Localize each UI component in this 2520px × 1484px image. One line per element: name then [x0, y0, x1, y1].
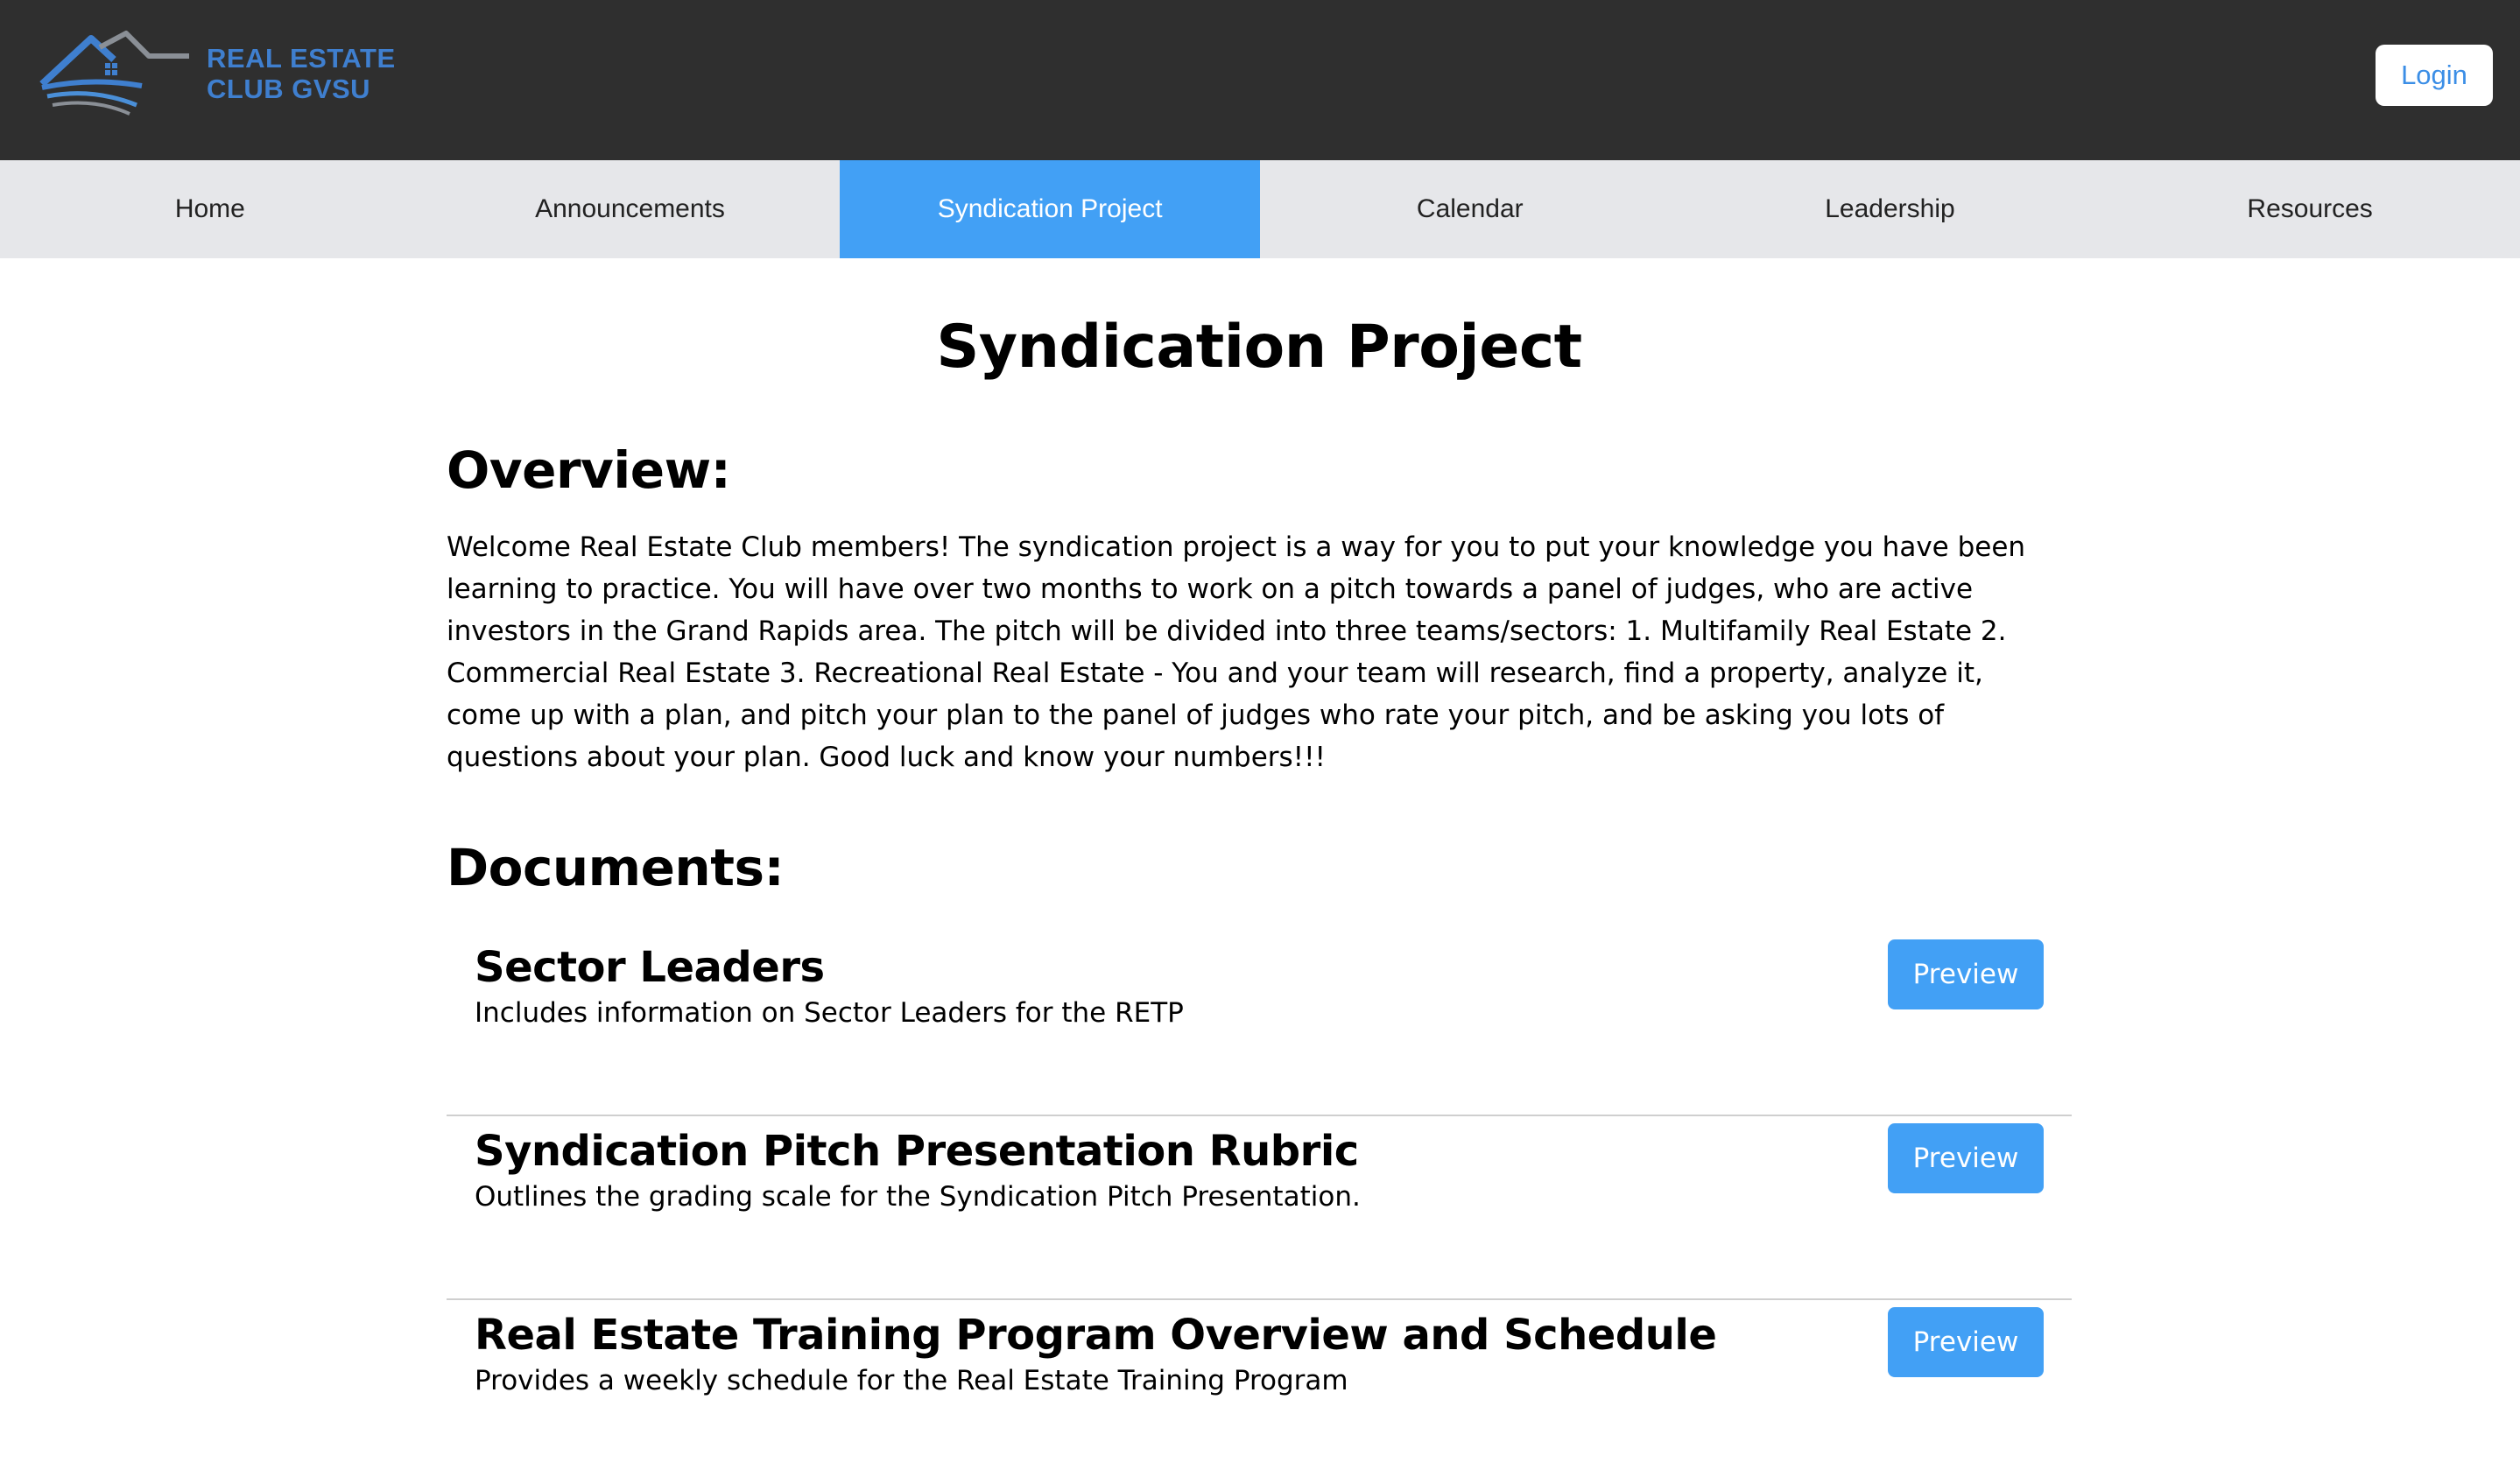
document-item: Real Estate Training Program Overview an…	[447, 1300, 2072, 1484]
logo-line-1: REAL ESTATE	[207, 43, 396, 74]
main-content: Syndication Project Overview: Welcome Re…	[447, 258, 2072, 1484]
nav-item-announcements[interactable]: Announcements	[420, 160, 841, 258]
nav-item-resources[interactable]: Resources	[2100, 160, 2520, 258]
house-logo-icon	[39, 31, 189, 116]
preview-button[interactable]: Preview	[1888, 1123, 2044, 1193]
document-item: Syndication Pitch Presentation Rubric Ou…	[447, 1116, 2072, 1300]
main-nav: Home Announcements Syndication Project C…	[0, 160, 2520, 258]
documents-heading: Documents:	[447, 838, 785, 897]
document-item: Sector Leaders Includes information on S…	[447, 932, 2072, 1116]
document-title: Real Estate Training Program Overview an…	[475, 1311, 1717, 1360]
overview-text: Welcome Real Estate Club members! The sy…	[447, 531, 2026, 773]
document-title: Syndication Pitch Presentation Rubric	[475, 1127, 1359, 1176]
nav-item-home[interactable]: Home	[0, 160, 420, 258]
document-title: Sector Leaders	[475, 943, 825, 992]
site-header: REAL ESTATE CLUB GVSU Login	[0, 0, 2520, 160]
preview-button[interactable]: Preview	[1888, 939, 2044, 1009]
nav-item-leadership[interactable]: Leadership	[1680, 160, 2101, 258]
documents-list: Sector Leaders Includes information on S…	[447, 932, 2072, 1484]
nav-item-syndication-project[interactable]: Syndication Project	[840, 160, 1260, 258]
nav-item-calendar[interactable]: Calendar	[1260, 160, 1680, 258]
overview-heading: Overview:	[447, 440, 731, 500]
document-description: Provides a weekly schedule for the Real …	[475, 1365, 1348, 1396]
page-title: Syndication Project	[936, 313, 1582, 382]
document-description: Includes information on Sector Leaders f…	[475, 997, 1184, 1029]
document-description: Outlines the grading scale for the Syndi…	[475, 1181, 1361, 1213]
logo-text: REAL ESTATE CLUB GVSU	[207, 43, 396, 104]
logo-line-2: CLUB GVSU	[207, 74, 371, 104]
club-logo[interactable]: REAL ESTATE CLUB GVSU	[39, 30, 406, 117]
login-button[interactable]: Login	[2376, 45, 2493, 106]
preview-button[interactable]: Preview	[1888, 1307, 2044, 1377]
